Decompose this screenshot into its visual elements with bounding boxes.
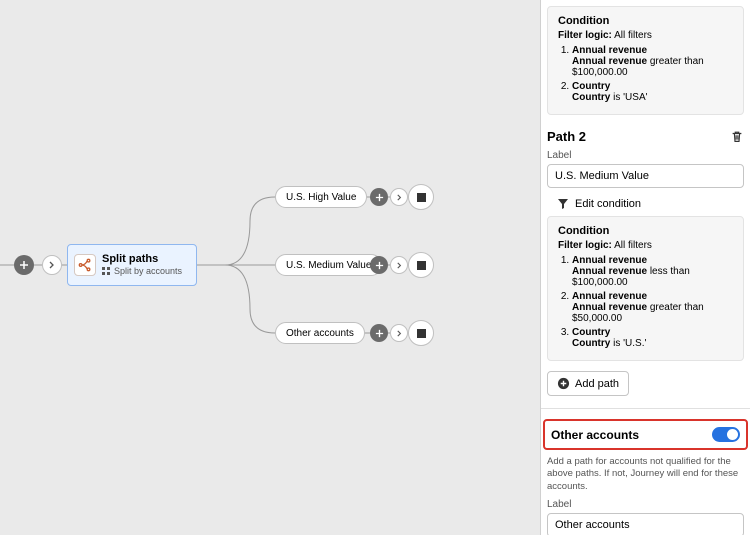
path-1-chevron[interactable] (390, 188, 408, 206)
condition-list: Annual revenueAnnual revenue less than $… (558, 255, 733, 349)
other-accounts-title: Other accounts (551, 428, 639, 442)
path-label-3[interactable]: Other accounts (275, 322, 365, 344)
other-accounts-label-input[interactable] (547, 513, 744, 535)
path-1-add-button[interactable] (370, 188, 388, 206)
filter-logic: Filter logic: All filters (558, 240, 733, 251)
condition-item: Annual revenueAnnual revenue greater tha… (572, 45, 733, 78)
condition-item: Annual revenueAnnual revenue greater tha… (572, 291, 733, 324)
other-accounts-section: Other accounts (543, 419, 748, 450)
label-field-label: Label (547, 150, 744, 161)
path-3-chevron[interactable] (390, 324, 408, 342)
path-2-title: Path 2 (547, 129, 586, 144)
delete-path-button[interactable] (730, 130, 744, 144)
plus-circle-icon (557, 377, 570, 390)
add-node-button[interactable] (14, 255, 34, 275)
filter-icon (557, 198, 569, 210)
journey-canvas[interactable]: Split paths Split by accounts U.S. High … (0, 0, 540, 535)
split-text: Split paths Split by accounts (102, 253, 182, 277)
split-paths-node[interactable]: Split paths Split by accounts (67, 244, 197, 286)
path-2-add-button[interactable] (370, 256, 388, 274)
path-2-end-node[interactable] (408, 252, 434, 278)
path-label-2[interactable]: U.S. Medium Value (275, 254, 382, 276)
path-2-chevron[interactable] (390, 256, 408, 274)
path-1-end-node[interactable] (408, 184, 434, 210)
condition-heading: Condition (558, 15, 733, 27)
split-subtitle: Split by accounts (102, 266, 182, 277)
accounts-icon (102, 267, 111, 276)
other-accounts-description: Add a path for accounts not qualified fo… (547, 456, 744, 493)
path-3-add-button[interactable] (370, 324, 388, 342)
condition-item: CountryCountry is 'USA' (572, 81, 733, 103)
path-label-1[interactable]: U.S. High Value (275, 186, 367, 208)
properties-panel: Condition Filter logic: All filters Annu… (540, 0, 750, 535)
edit-condition-button[interactable]: Edit condition (557, 198, 744, 210)
add-path-button[interactable]: Add path (547, 371, 629, 396)
path-2-header: Path 2 (547, 129, 744, 144)
expand-chevron[interactable] (42, 255, 62, 275)
divider (541, 408, 750, 409)
condition-item: CountryCountry is 'U.S.' (572, 327, 733, 349)
path-2-label-input[interactable] (547, 164, 744, 188)
path-3-end-node[interactable] (408, 320, 434, 346)
path-1-condition-box: Condition Filter logic: All filters Annu… (547, 6, 744, 115)
condition-list: Annual revenueAnnual revenue greater tha… (558, 45, 733, 103)
label-field-label: Label (547, 499, 744, 510)
split-icon (74, 254, 96, 276)
split-title: Split paths (102, 253, 182, 266)
condition-item: Annual revenueAnnual revenue less than $… (572, 255, 733, 288)
other-accounts-toggle[interactable] (712, 427, 740, 442)
path-2-condition-box: Condition Filter logic: All filters Annu… (547, 216, 744, 361)
filter-logic: Filter logic: All filters (558, 30, 733, 41)
condition-heading: Condition (558, 225, 733, 237)
